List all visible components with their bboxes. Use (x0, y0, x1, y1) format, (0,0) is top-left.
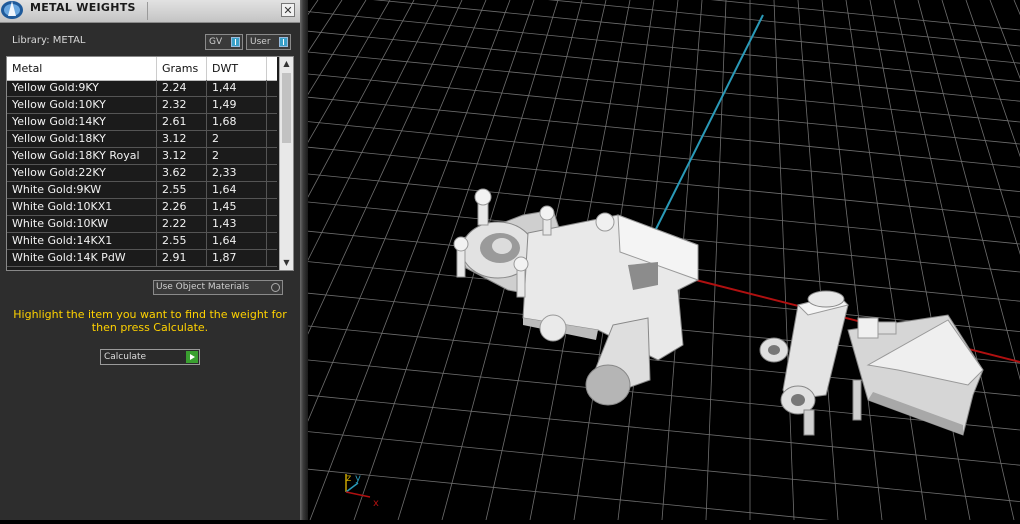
axis-y-label: y (355, 473, 361, 484)
panel-titlebar: METAL WEIGHTS ✕ (0, 0, 300, 23)
panel-splitter[interactable] (300, 0, 308, 520)
use-object-materials-label: Use Object Materials (156, 282, 250, 292)
column-header-metal[interactable]: Metal (7, 57, 157, 80)
instruction-text: Highlight the item you want to find the … (13, 308, 287, 334)
cell-metal: Yellow Gold:9KY (7, 80, 157, 96)
jewelry-model-part-2[interactable] (759, 290, 984, 436)
cell-grams: 2.24 (157, 80, 207, 96)
metal-table: Metal Grams DWT Yellow Gold:9KY 2.24 1,44 Y… (6, 56, 294, 271)
cell-dwt: 1,64 (207, 182, 267, 198)
radio-circle-icon (271, 283, 280, 292)
cell-dwt: 1,44 (207, 80, 267, 96)
cell-grams: 2.91 (157, 250, 207, 266)
axis-x-label: x (373, 498, 379, 509)
viewport-canvas[interactable]: z y x (0, 0, 1020, 524)
cell-grams: 2.55 (157, 233, 207, 249)
cell-dwt: 1,49 (207, 97, 267, 113)
cell-dwt: 1,87 (207, 250, 267, 266)
jewelry-model-part-1[interactable] (453, 188, 699, 406)
cell-grams: 2.55 (157, 182, 207, 198)
cell-grams: 3.12 (157, 131, 207, 147)
chevron-up-icon[interactable]: ▲ (280, 57, 293, 71)
cell-dwt: 1,43 (207, 216, 267, 232)
cell-dwt: 1,68 (207, 114, 267, 130)
cell-grams: 2.22 (157, 216, 207, 232)
cell-metal: Yellow Gold:18KY Royal (7, 148, 157, 164)
toggle-knob-icon (279, 37, 288, 47)
library-label: Library: METAL (12, 35, 86, 46)
title-separator (147, 2, 148, 20)
table-header: Metal Grams DWT (7, 57, 277, 81)
cell-metal: Yellow Gold:10KY (7, 97, 157, 113)
cell-dwt: 2,33 (207, 165, 267, 181)
app-logo-icon (1, 1, 23, 19)
table-row[interactable]: Yellow Gold:10KY 2.32 1,49 (7, 97, 277, 114)
axis-z-label: z (346, 473, 351, 484)
cell-grams: 2.32 (157, 97, 207, 113)
y-axis-line (652, 14, 764, 236)
cell-metal: White Gold:10KX1 (7, 199, 157, 215)
cell-dwt: 1,64 (207, 233, 267, 249)
panel-title: METAL WEIGHTS (30, 1, 136, 14)
table-row[interactable]: Yellow Gold:14KY 2.61 1,68 (7, 114, 277, 131)
table-row[interactable]: White Gold:10KW 2.22 1,43 (7, 216, 277, 233)
table-row[interactable]: White Gold:9KW 2.55 1,64 (7, 182, 277, 199)
cell-metal: Yellow Gold:14KY (7, 114, 157, 130)
table-row[interactable]: Yellow Gold:18KY Royal 3.12 2 (7, 148, 277, 165)
toggle-knob-icon (231, 37, 240, 47)
3d-viewport[interactable]: z y x (0, 0, 1020, 524)
calculate-button[interactable]: Calculate (100, 349, 200, 365)
cell-metal: White Gold:14K PdW (7, 250, 157, 266)
table-row[interactable]: Yellow Gold:9KY 2.24 1,44 (7, 80, 277, 97)
cell-metal: Yellow Gold:18KY (7, 131, 157, 147)
gv-toggle-label: GV (209, 37, 223, 47)
table-row[interactable]: Yellow Gold:22KY 3.62 2,33 (7, 165, 277, 182)
column-header-dwt[interactable]: DWT (207, 57, 267, 80)
cell-dwt: 2 (207, 131, 267, 147)
cell-dwt: 2 (207, 148, 267, 164)
table-row[interactable]: White Gold:10KX1 2.26 1,45 (7, 199, 277, 216)
play-arrow-icon (186, 351, 198, 363)
table-row[interactable]: White Gold:14K PdW 2.91 1,87 (7, 250, 277, 267)
cell-grams: 3.62 (157, 165, 207, 181)
metal-weights-panel: METAL WEIGHTS ✕ Library: METAL GV User M… (0, 0, 300, 520)
use-object-materials-button[interactable]: Use Object Materials (153, 280, 283, 295)
cell-dwt: 1,45 (207, 199, 267, 215)
user-toggle[interactable]: User (246, 34, 291, 50)
table-row[interactable]: Yellow Gold:18KY 3.12 2 (7, 131, 277, 148)
cell-metal: White Gold:14KX1 (7, 233, 157, 249)
table-body: Yellow Gold:9KY 2.24 1,44 Yellow Gold:10KY 2… (7, 80, 277, 270)
cell-metal: Yellow Gold:22KY (7, 165, 157, 181)
gv-toggle[interactable]: GV (205, 34, 243, 50)
table-scrollbar[interactable]: ▲ ▼ (279, 57, 293, 270)
table-row[interactable]: White Gold:14KX1 2.55 1,64 (7, 233, 277, 250)
cell-metal: White Gold:10KW (7, 216, 157, 232)
scrollbar-thumb[interactable] (282, 73, 291, 143)
column-header-grams[interactable]: Grams (157, 57, 207, 80)
axis-indicator: z y x (345, 473, 379, 509)
cell-metal: White Gold:9KW (7, 182, 157, 198)
cell-grams: 2.61 (157, 114, 207, 130)
table-row-partial (7, 267, 277, 270)
cell-grams: 2.26 (157, 199, 207, 215)
user-toggle-label: User (250, 37, 271, 47)
close-icon[interactable]: ✕ (281, 3, 295, 17)
cell-grams: 3.12 (157, 148, 207, 164)
calculate-label: Calculate (104, 352, 147, 362)
chevron-down-icon[interactable]: ▼ (280, 256, 293, 270)
